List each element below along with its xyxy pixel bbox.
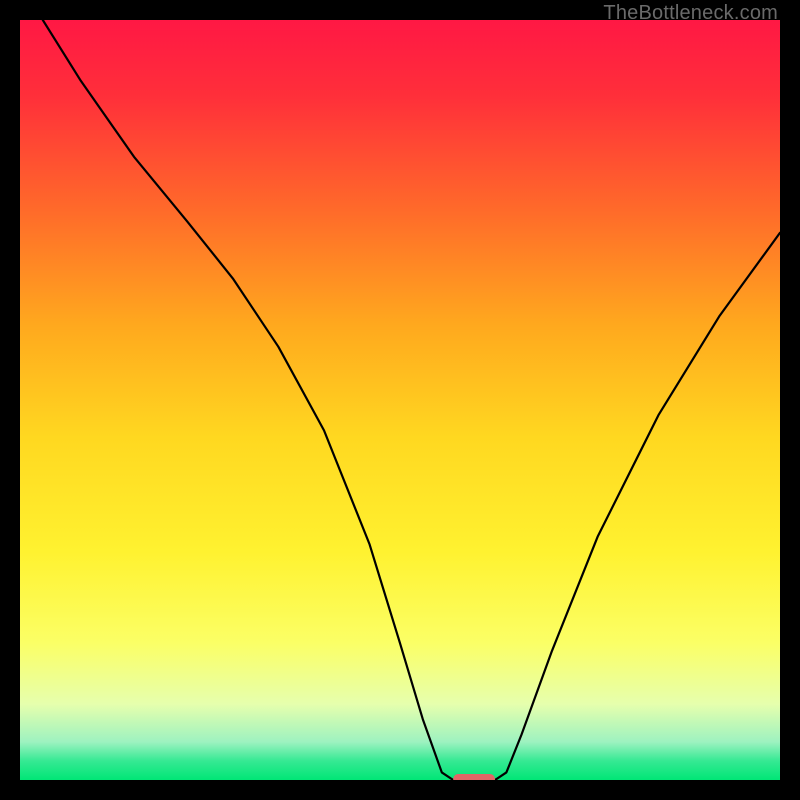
chart-svg <box>20 20 780 780</box>
optimum-marker <box>453 774 495 780</box>
gradient-background <box>20 20 780 780</box>
plot-area <box>20 20 780 780</box>
watermark-text: TheBottleneck.com <box>603 2 778 25</box>
chart-frame: TheBottleneck.com <box>0 0 800 800</box>
